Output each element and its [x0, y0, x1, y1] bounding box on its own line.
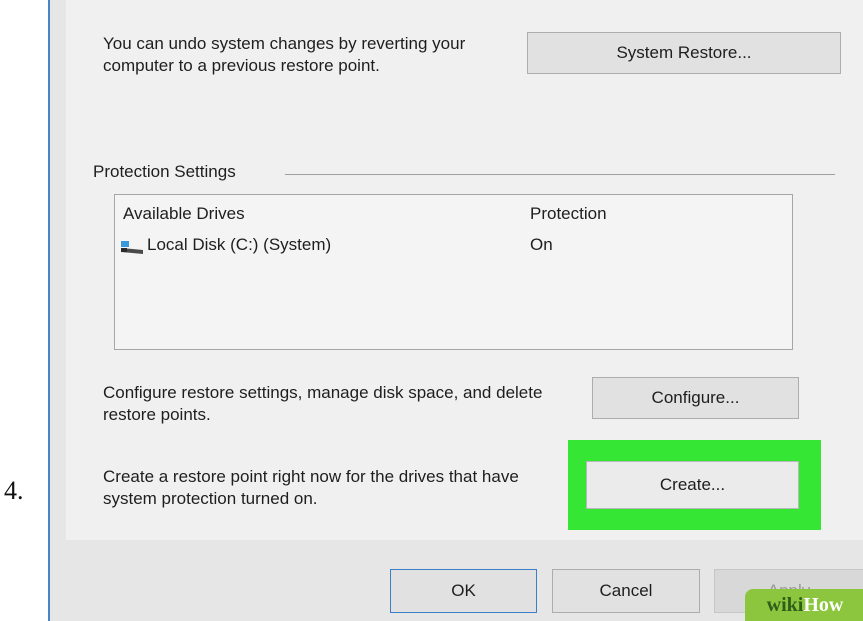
drives-list[interactable]: Available Drives Protection Local Disk (…	[114, 194, 793, 350]
step-number: 4.	[4, 476, 24, 505]
group-divider	[285, 174, 835, 175]
drive-protection-status: On	[530, 235, 553, 254]
ok-button[interactable]: OK	[390, 569, 537, 613]
column-header-protection[interactable]: Protection	[530, 204, 607, 224]
create-description: Create a restore point right now for the…	[103, 467, 519, 508]
configure-button[interactable]: Configure...	[592, 377, 799, 419]
system-protection-dialog: You can undo system changes by reverting…	[48, 0, 863, 621]
protection-settings-label: Protection Settings	[93, 162, 246, 182]
create-button[interactable]: Create...	[586, 461, 799, 509]
drive-name[interactable]: Local Disk (C:) (System)	[147, 235, 331, 255]
restore-description: You can undo system changes by reverting…	[103, 34, 466, 75]
configure-description: Configure restore settings, manage disk …	[103, 383, 543, 424]
drive-icon	[121, 241, 143, 254]
wikihow-logo-part1: wiki	[766, 593, 804, 616]
column-header-drives[interactable]: Available Drives	[123, 204, 245, 224]
wikihow-logo: wiki How	[745, 589, 863, 621]
system-restore-button[interactable]: System Restore...	[527, 32, 841, 74]
wikihow-logo-part2: How	[803, 593, 844, 616]
cancel-button[interactable]: Cancel	[552, 569, 700, 613]
